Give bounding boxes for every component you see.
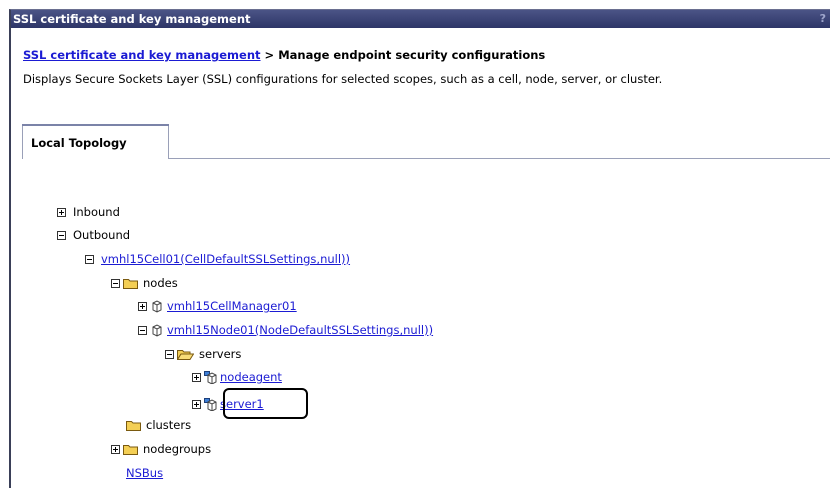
- server-icon: [204, 397, 217, 412]
- expand-icon[interactable]: [192, 372, 201, 382]
- tree-label-nodes: nodes: [143, 276, 178, 290]
- help-icon[interactable]: ?: [820, 10, 826, 28]
- panel-title: SSL certificate and key management: [13, 12, 251, 26]
- tree-item-cell: vmhl15Cell01(CellDefaultSSLSettings,null…: [85, 251, 350, 267]
- nsbus-link[interactable]: NSBus: [126, 465, 163, 481]
- collapse-icon[interactable]: [138, 325, 147, 335]
- breadcrumb: SSL certificate and key management > Man…: [23, 48, 545, 62]
- tree-label-servers: servers: [199, 347, 242, 361]
- folder-icon: [126, 420, 141, 431]
- cell-link[interactable]: vmhl15Cell01(CellDefaultSSLSettings,null…: [101, 251, 350, 267]
- open-folder-icon: [177, 349, 194, 360]
- expand-icon[interactable]: [138, 301, 147, 311]
- node-icon: [151, 299, 163, 313]
- node-icon: [151, 323, 163, 337]
- collapse-icon[interactable]: [85, 254, 94, 264]
- panel-titlebar: SSL certificate and key management ?: [11, 10, 830, 28]
- tree-item-clusters: clusters: [126, 417, 191, 433]
- tree-item-nodeagent: nodeagent: [192, 369, 282, 385]
- tree-item-node: vmhl15Node01(NodeDefaultSSLSettings,null…: [138, 322, 433, 338]
- folder-icon: [123, 444, 138, 455]
- breadcrumb-link-ssl-management[interactable]: SSL certificate and key management: [23, 48, 261, 62]
- tree-label-inbound: Inbound: [73, 205, 120, 219]
- tree-label-outbound: Outbound: [73, 228, 131, 242]
- expand-icon[interactable]: [192, 399, 201, 409]
- tree-label-nodegroups: nodegroups: [143, 442, 212, 456]
- server-icon: [204, 370, 217, 385]
- breadcrumb-separator: >: [260, 48, 279, 62]
- expand-icon[interactable]: [57, 207, 66, 217]
- tree-label-clusters: clusters: [146, 418, 192, 432]
- collapse-icon[interactable]: [57, 230, 66, 240]
- expand-icon[interactable]: [111, 444, 120, 454]
- collapse-icon[interactable]: [165, 349, 174, 359]
- tab-local-topology[interactable]: Local Topology: [22, 124, 169, 159]
- breadcrumb-current: Manage endpoint security configurations: [278, 48, 546, 62]
- tree-item-outbound: Outbound: [57, 227, 130, 243]
- tree-item-servers: servers: [165, 346, 241, 362]
- highlight-box: [223, 388, 308, 419]
- nodeagent-link[interactable]: nodeagent: [220, 369, 282, 385]
- tree-item-nodes: nodes: [111, 275, 178, 291]
- collapse-icon[interactable]: [111, 278, 120, 288]
- cell-manager-link[interactable]: vmhl15CellManager01: [167, 298, 297, 314]
- tree-item-inbound: Inbound: [57, 204, 120, 220]
- node-link[interactable]: vmhl15Node01(NodeDefaultSSLSettings,null…: [167, 322, 433, 338]
- tree-item-cell-manager: vmhl15CellManager01: [138, 298, 297, 314]
- page-description: Displays Secure Sockets Layer (SSL) conf…: [23, 72, 663, 86]
- folder-icon: [123, 278, 138, 289]
- tree-item-nsbus: NSBus: [126, 465, 163, 481]
- tree-item-nodegroups: nodegroups: [111, 441, 211, 457]
